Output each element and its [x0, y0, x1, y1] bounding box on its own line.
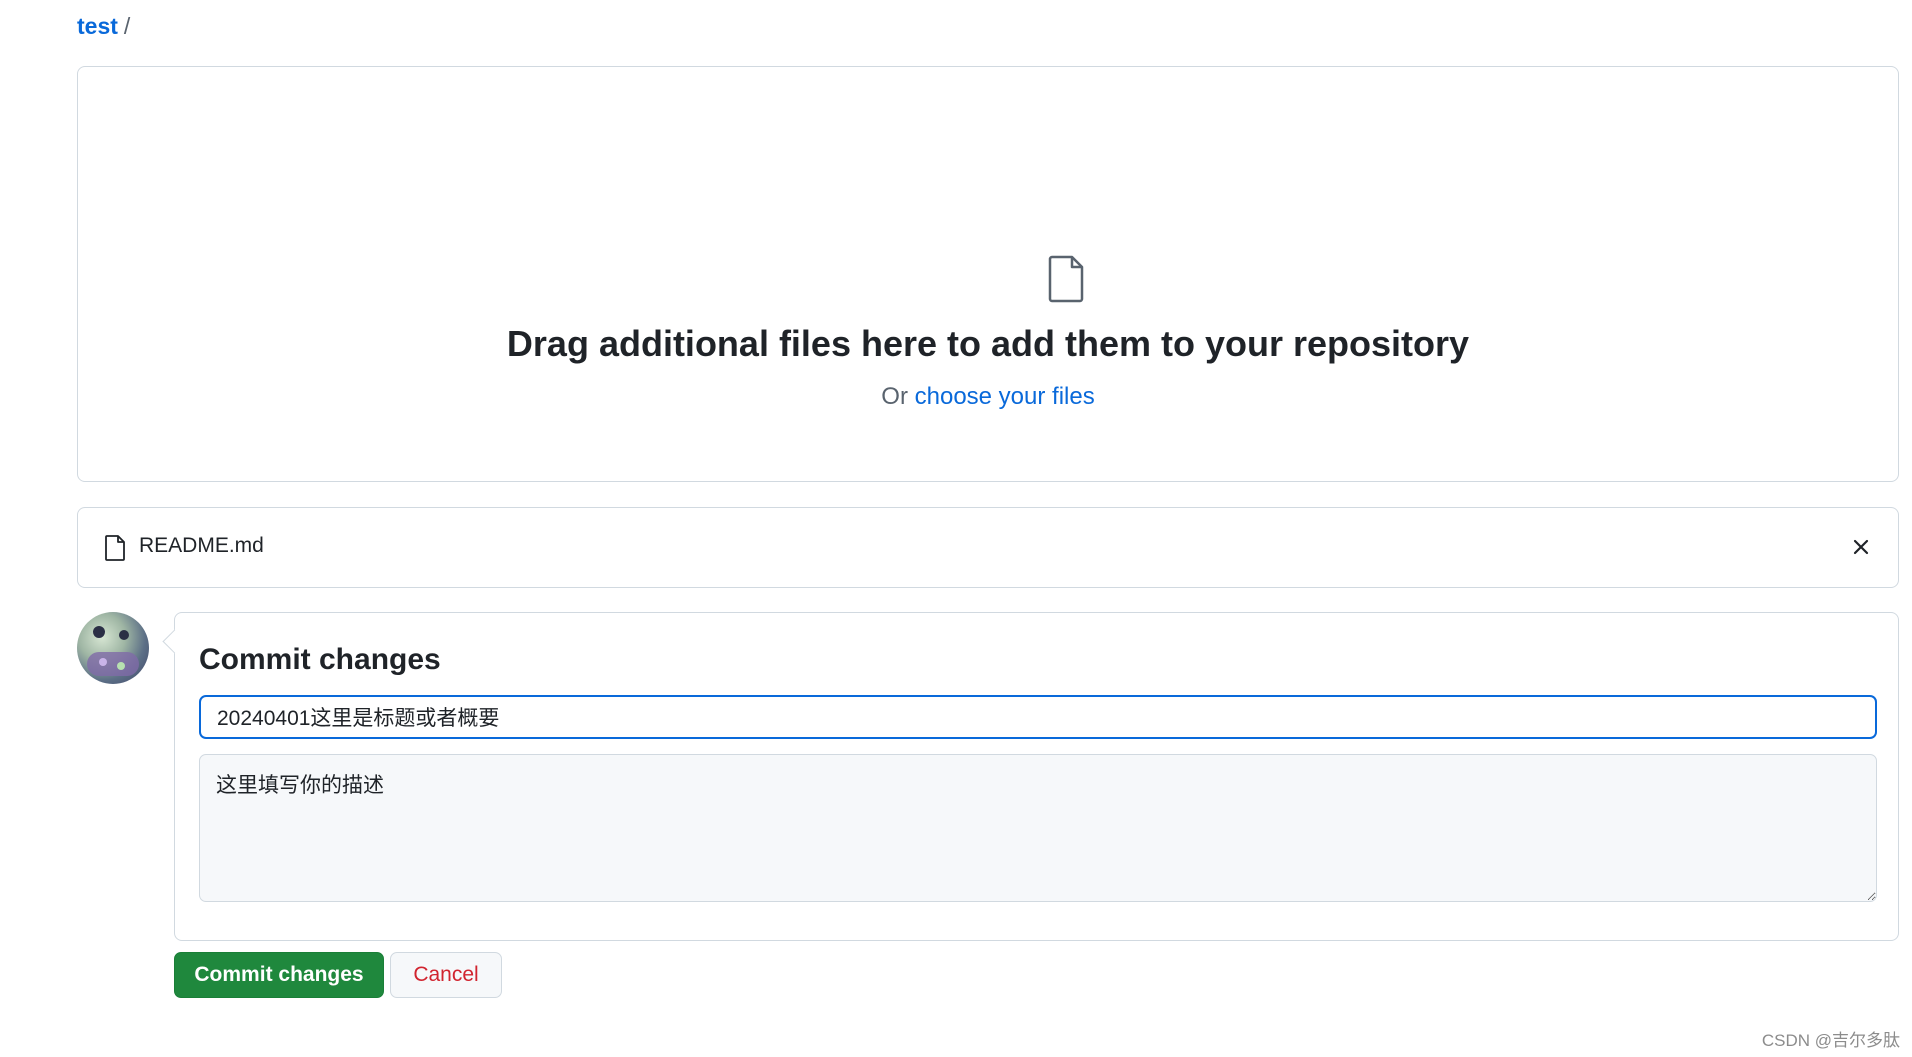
- dropzone-subtitle: Or choose your files: [78, 383, 1898, 411]
- file-name: README.md: [139, 534, 264, 557]
- file-icon: [105, 535, 125, 561]
- breadcrumb: test /: [77, 12, 130, 40]
- commit-changes-button[interactable]: Commit changes: [174, 952, 384, 998]
- dropzone-sub-prefix: Or: [881, 383, 908, 410]
- breadcrumb-separator: /: [123, 13, 131, 39]
- comment-caret: [162, 629, 187, 654]
- commit-description-input[interactable]: 这里填写你的描述: [199, 754, 1877, 902]
- repo-link[interactable]: test: [77, 12, 118, 40]
- dropzone-title: Drag additional files here to add them t…: [506, 323, 1470, 364]
- uploaded-file-row: README.md: [77, 507, 1899, 588]
- file-dropzone[interactable]: Drag additional files here to add them t…: [77, 66, 1899, 482]
- avatar[interactable]: [77, 612, 149, 684]
- remove-file-button[interactable]: [1846, 532, 1876, 562]
- commit-form: Commit changes 这里填写你的描述: [162, 612, 1899, 941]
- cancel-button[interactable]: Cancel: [390, 952, 502, 998]
- x-icon: [1853, 539, 1869, 555]
- choose-files-link[interactable]: choose your files: [915, 383, 1095, 410]
- commit-summary-input[interactable]: [199, 695, 1877, 739]
- commit-heading: Commit changes: [199, 643, 441, 676]
- watermark: CSDN @吉尔多肽: [1761, 1031, 1900, 1050]
- file-icon: [1048, 255, 1084, 303]
